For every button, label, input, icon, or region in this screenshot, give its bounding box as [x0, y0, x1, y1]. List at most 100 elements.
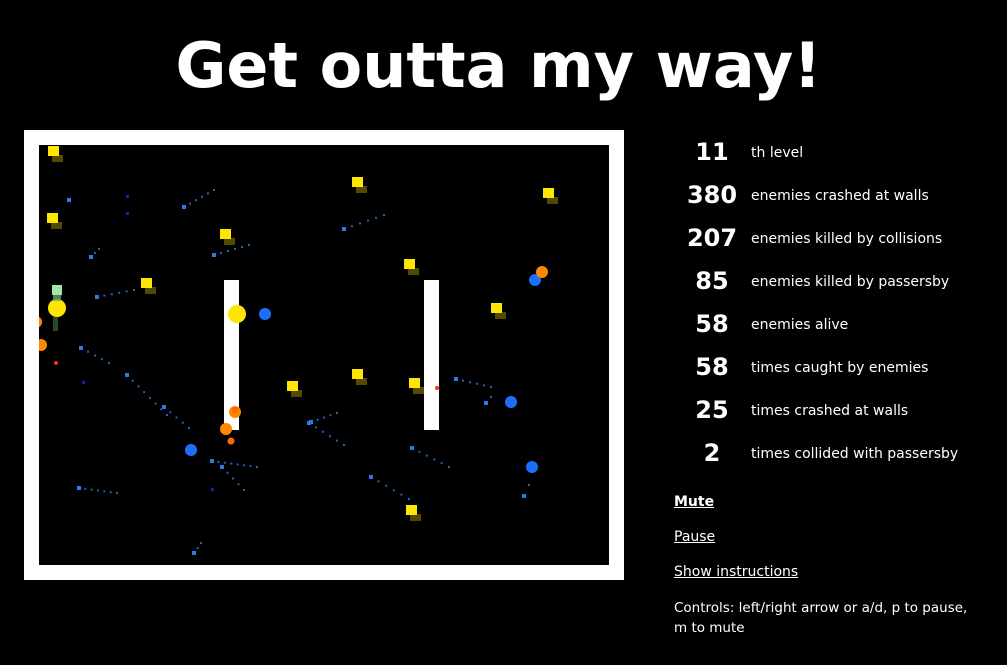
trail-dot	[343, 444, 345, 446]
trail-dot	[484, 401, 488, 405]
inner-wall-right	[424, 280, 439, 430]
trail-dot	[148, 396, 151, 399]
trail-dot	[392, 489, 395, 492]
orange-enemy	[220, 423, 232, 435]
trail-dot	[408, 498, 410, 500]
trail-dot	[237, 483, 240, 486]
trail-dot	[226, 471, 229, 474]
blue-passerby	[526, 461, 538, 473]
yellow-enemy	[48, 146, 59, 156]
stats-panel: 11 th level 380 enemies crashed at walls…	[676, 131, 996, 475]
stat-enemies-crashed: 380 enemies crashed at walls	[676, 174, 996, 217]
stat-value: 25	[695, 396, 729, 424]
yellow-enemy	[352, 177, 363, 187]
trail-dot	[109, 491, 112, 494]
stat-value: 58	[695, 310, 729, 338]
yellow-enemy-shadow	[224, 238, 235, 245]
pause-link[interactable]: Pause	[674, 528, 994, 563]
trail-dot	[143, 391, 146, 394]
yellow-enemy-shadow	[145, 287, 156, 294]
trail-dot	[329, 435, 331, 438]
yellow-enemy	[47, 213, 58, 223]
trail-dot	[166, 414, 168, 416]
trail-dot	[383, 214, 385, 216]
trail-dot	[433, 458, 436, 461]
trail-dot	[322, 430, 324, 433]
trail-dot	[385, 484, 388, 487]
dark-blue-dot	[211, 488, 214, 491]
trail-dot	[307, 421, 311, 425]
yellow-enemy-shadow	[547, 197, 558, 204]
mute-link[interactable]: Mute	[674, 493, 994, 528]
show-instructions-link[interactable]: Show instructions	[674, 563, 994, 598]
trail-dot	[103, 490, 106, 493]
trail-dot	[87, 350, 89, 353]
trail-dot	[323, 416, 325, 419]
trail-dot	[101, 358, 103, 361]
player-trail	[53, 295, 61, 301]
trail-dot	[95, 295, 99, 299]
trail-dot	[98, 248, 100, 250]
enemy-trails	[67, 189, 530, 555]
stat-enemies-killed-collisions: 207 enemies killed by collisions	[676, 217, 996, 260]
trail-dot	[196, 547, 199, 549]
controls-help: Controls: left/right arrow or a/d, p to …	[674, 600, 968, 636]
trail-dot	[236, 463, 239, 466]
blue-passerby	[185, 444, 197, 456]
game-arena[interactable]	[24, 130, 624, 580]
yellow-enemy-shadow	[291, 390, 302, 397]
trail-dot	[469, 381, 471, 384]
trail-dot	[232, 477, 234, 480]
trail-dot	[336, 412, 338, 414]
trail-dot	[241, 246, 243, 248]
trail-dot	[84, 487, 87, 490]
trail-dot	[223, 461, 226, 464]
trail-dot	[94, 354, 96, 357]
trail-dot	[79, 346, 83, 350]
trail-dot	[220, 465, 224, 469]
orange-enemy	[39, 316, 42, 328]
trail-dot	[89, 255, 93, 259]
stat-label: enemies killed by collisions	[751, 231, 943, 247]
trail-dot	[315, 426, 317, 429]
trail-dot	[213, 189, 215, 191]
trail-dot	[217, 460, 220, 463]
big-yellow-ball	[228, 305, 246, 323]
trail-dot	[462, 379, 464, 382]
trail-dot	[108, 362, 110, 364]
orange-enemy	[536, 266, 548, 278]
trail-dot	[359, 222, 361, 225]
game-field[interactable]	[39, 145, 609, 565]
trail-dot	[248, 244, 250, 246]
stat-value: 207	[686, 224, 738, 252]
trail-dot	[77, 486, 81, 490]
yellow-enemy	[406, 505, 417, 515]
stat-enemies-alive: 58 enemies alive	[676, 303, 996, 346]
trail-dot	[137, 385, 140, 388]
trail-dot	[418, 450, 421, 453]
stat-value: 58	[695, 353, 729, 381]
trail-dot	[448, 466, 450, 468]
trail-dot	[425, 454, 428, 457]
yellow-enemy-shadow	[413, 387, 424, 394]
trail-dot	[103, 294, 106, 297]
trail-dot	[182, 205, 186, 209]
yellow-enemy-shadow	[52, 155, 63, 162]
yellow-enemy-shadow	[408, 268, 419, 275]
page: Get outta my way! 11 th level 380 enemie…	[0, 0, 1007, 665]
trail-dot	[125, 373, 129, 377]
trail-dot	[200, 542, 202, 544]
yellow-enemy	[141, 278, 152, 288]
trail-dot	[189, 202, 191, 205]
trail-dot	[400, 493, 403, 496]
trail-dot	[490, 396, 492, 398]
stat-times-crashed: 25 times crashed at walls	[676, 389, 996, 432]
stat-level: 11 th level	[676, 131, 996, 174]
stat-label: enemies killed by passersby	[751, 274, 950, 290]
trail-dot	[195, 199, 197, 202]
trail-dot	[476, 382, 478, 385]
trail-dot	[375, 216, 377, 219]
game-links: Mute Pause Show instructions	[674, 493, 994, 598]
trail-dot	[351, 225, 353, 228]
player-trail	[53, 317, 58, 331]
